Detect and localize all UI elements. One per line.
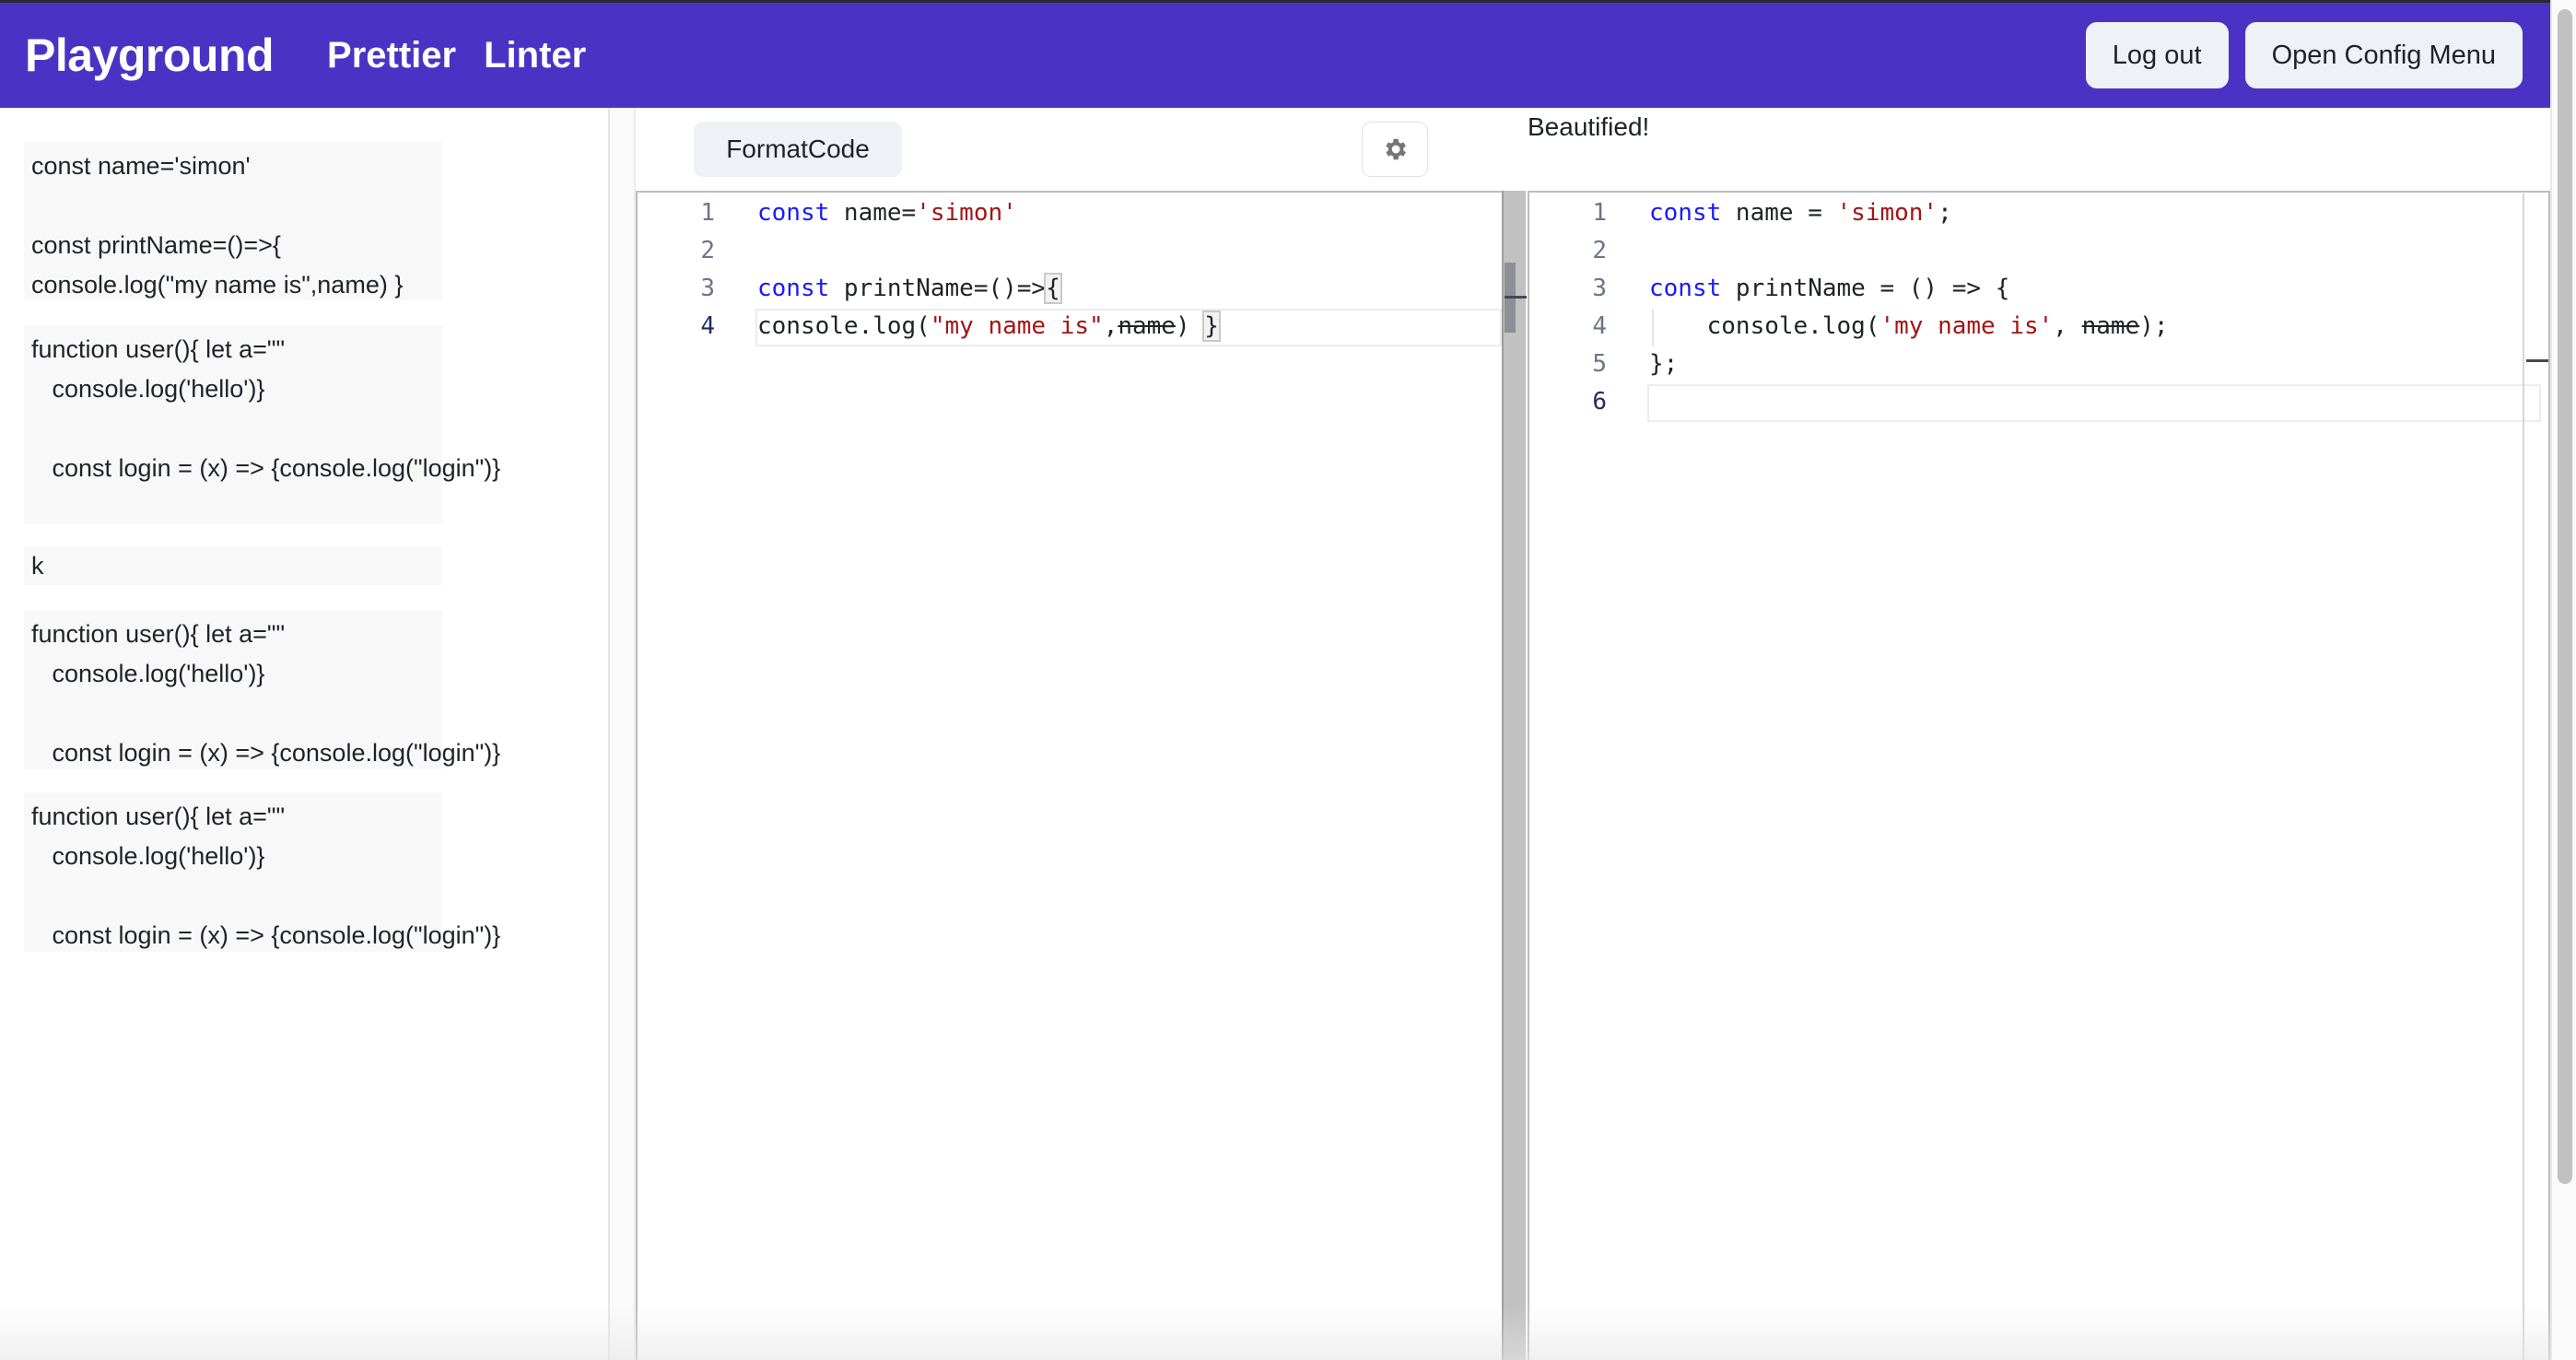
code-line[interactable]: 4 console.log('my name is', name); [1529, 308, 2548, 346]
output-code-editor[interactable]: 1 const name = 'simon'; 2 3 const printName … [1528, 191, 2550, 1360]
string-token: 'simon' [1836, 199, 1938, 227]
line-number: 1 [1592, 199, 1607, 227]
header-actions: Log out Open Config Menu [2085, 22, 2523, 88]
line-code: const name='simon' [757, 194, 1017, 232]
line-number: 2 [1592, 237, 1607, 264]
input-code-editor[interactable]: 1 const name='simon' 2 3 const printName=()=… [636, 191, 1502, 1360]
line-number: 4 [1592, 312, 1607, 340]
line-number: 3 [700, 275, 715, 302]
code-line[interactable]: 4 console.log("my name is",name) } [638, 308, 1502, 346]
string-token: "my name is" [930, 312, 1104, 340]
page-scrollbar[interactable] [2550, 0, 2576, 1360]
deprecated-token: name [1118, 312, 1176, 340]
nav-link-linter[interactable]: Linter [484, 35, 586, 76]
line-number: 5 [1592, 350, 1607, 378]
code-line[interactable]: 6 [1529, 383, 2548, 421]
line-code: const printName=()=>{ [757, 270, 1062, 308]
keyword-token: const [1649, 275, 1722, 302]
matched-bracket: { [1044, 273, 1062, 304]
code-token: printName=()=> [829, 275, 1047, 302]
code-line[interactable]: 2 [638, 232, 1502, 270]
keyword-token: const [757, 275, 830, 302]
line-number: 3 [1592, 275, 1607, 302]
snippet-item[interactable]: function user(){ let a="" console.log('h… [24, 792, 500, 952]
code-token: ; [1938, 199, 1952, 227]
settings-button[interactable] [1362, 122, 1428, 177]
snippet-item[interactable]: const name='simon' const printName=()=>{… [24, 142, 442, 300]
sidebar-scrollbar[interactable] [608, 108, 636, 1360]
page-scrollbar-thumb[interactable] [2558, 9, 2572, 1184]
snippet-item[interactable]: function user(){ let a="" console.log('h… [24, 325, 500, 523]
code-line[interactable]: 1 const name='simon' [638, 194, 1502, 232]
code-line[interactable]: 1 const name = 'simon'; [1529, 194, 2548, 232]
code-line[interactable]: 2 [1529, 232, 2548, 270]
matched-bracket: } [1202, 311, 1221, 342]
code-token: ); [2139, 312, 2169, 340]
code-line[interactable]: 5}; [1529, 346, 2548, 383]
input-editor-scrollbar[interactable] [1502, 191, 1527, 1360]
line-code: console.log("my name is",name) } [757, 308, 1221, 346]
top-nav-bar: Playground Prettier Linter Log out Open … [0, 0, 2550, 108]
code-token: }; [1649, 350, 1679, 378]
deprecated-token: name [2081, 312, 2140, 340]
line-number: 6 [1592, 388, 1607, 416]
code-token: printName = () => { [1721, 275, 2010, 302]
code-line[interactable]: 3 const printName = () => { [1529, 270, 2548, 308]
format-status-message: Beautified! [1528, 112, 1650, 141]
snippet-item[interactable]: function user(){ let a="" console.log('h… [24, 610, 500, 769]
line-code: }; [1649, 346, 1678, 383]
format-code-button[interactable]: FormatCode [694, 122, 902, 177]
open-config-menu-button[interactable]: Open Config Menu [2244, 22, 2523, 88]
gear-icon [1386, 138, 1406, 160]
scrollbar-cursor-marker [1505, 296, 1527, 299]
code-token: console.log( [1649, 312, 1880, 340]
code-token: , [1103, 312, 1118, 340]
output-editor-overview-ruler[interactable] [2523, 193, 2548, 1360]
code-token: name = [1721, 199, 1837, 227]
app-title: Playground [25, 29, 275, 81]
line-number: 2 [700, 237, 715, 264]
line-code: console.log('my name is', name); [1649, 308, 2169, 346]
keyword-token: const [757, 199, 830, 227]
code-token: console.log( [757, 312, 931, 340]
code-token: ) [1175, 312, 1205, 340]
line-number: 1 [700, 199, 715, 227]
code-token: , [2053, 312, 2082, 340]
line-number: 4 [700, 312, 715, 340]
string-token: 'simon' [916, 199, 1017, 227]
keyword-token: const [1649, 199, 1722, 227]
ruler-cursor-marker [2526, 359, 2548, 362]
code-token: name= [829, 199, 917, 227]
snippet-item[interactable]: k [24, 546, 442, 585]
logout-button[interactable]: Log out [2085, 22, 2229, 88]
snippet-sidebar: const name='simon' const printName=()=>{… [0, 108, 608, 1360]
nav-link-prettier[interactable]: Prettier [327, 35, 456, 76]
line-code: const printName = () => { [1649, 270, 2009, 308]
line-code: const name = 'simon'; [1649, 194, 1952, 232]
string-token: 'my name is' [1879, 312, 2054, 340]
code-line[interactable]: 3 const printName=()=>{ [638, 270, 1502, 308]
